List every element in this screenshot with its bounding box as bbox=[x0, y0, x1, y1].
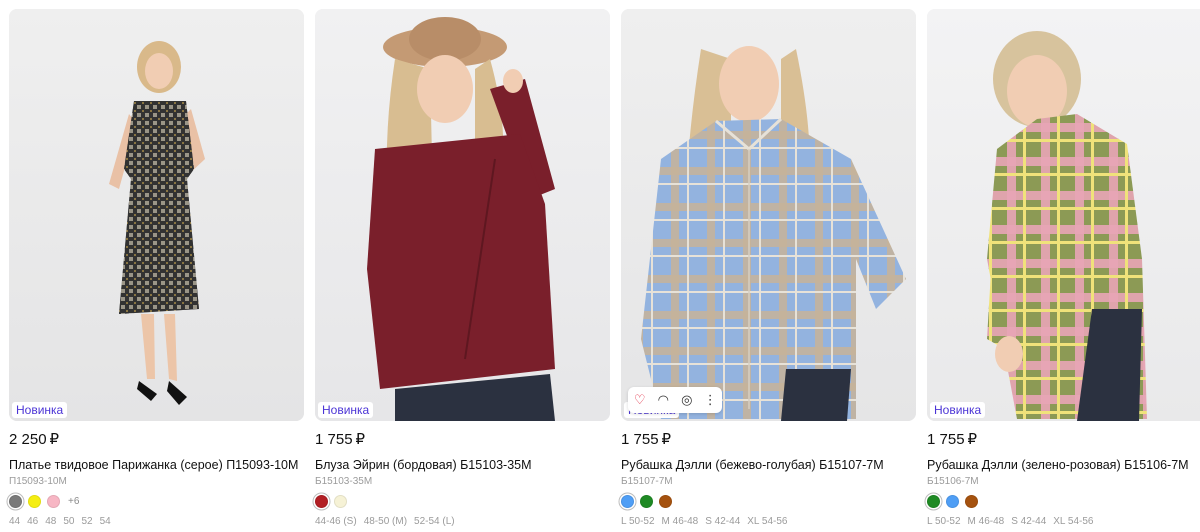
size-option[interactable]: 52-54 (L) bbox=[414, 516, 455, 528]
size-list: L 50-52 M 46-48 S 42-44 XL 54-56 bbox=[621, 516, 916, 528]
size-option[interactable]: 48-50 (M) bbox=[364, 516, 407, 528]
product-title[interactable]: Блуза Эйрин (бордовая) Б15103-35М bbox=[315, 457, 610, 473]
size-option[interactable]: 52 bbox=[82, 516, 93, 528]
product-title[interactable]: Рубашка Дэлли (бежево-голубая) Б15107-7М bbox=[621, 457, 916, 473]
color-swatch[interactable] bbox=[965, 494, 978, 508]
product-card[interactable]: Новинка 2 250 ₽ Платье твидовое Парижанка… bbox=[9, 9, 304, 528]
size-option[interactable]: XL 54-56 bbox=[1053, 516, 1093, 528]
new-badge: Новинка bbox=[930, 402, 986, 418]
color-swatch[interactable] bbox=[334, 494, 347, 508]
more-vertical-icon[interactable]: ⋮ bbox=[699, 392, 721, 408]
size-list: 44 46 48 50 52 54 bbox=[9, 516, 304, 528]
color-swatch[interactable] bbox=[946, 494, 959, 508]
product-card[interactable]: Новинка ♡ ◠ ◎ ⋮ 1 755₽ Рубашка Дэлли (бе… bbox=[621, 9, 916, 528]
more-colors-link[interactable]: +6 bbox=[68, 496, 79, 507]
product-photo[interactable]: Новинка bbox=[9, 9, 304, 421]
product-image bbox=[641, 46, 906, 421]
product-image bbox=[987, 31, 1147, 421]
eye-icon[interactable]: ◠ bbox=[652, 392, 674, 408]
color-swatch[interactable] bbox=[621, 494, 634, 508]
size-option[interactable]: S 42-44 bbox=[1011, 516, 1046, 528]
camera-icon[interactable]: ◎ bbox=[676, 392, 698, 408]
product-sku: Б15103-35М bbox=[315, 476, 373, 487]
new-badge: Новинка bbox=[12, 402, 68, 418]
color-swatch[interactable] bbox=[9, 494, 22, 508]
color-swatch[interactable] bbox=[47, 494, 60, 508]
size-option[interactable]: 48 bbox=[45, 516, 56, 528]
size-option[interactable]: L 50-52 bbox=[927, 516, 961, 528]
product-image bbox=[109, 41, 205, 405]
size-list: 44-46 (S) 48-50 (M) 52-54 (L) bbox=[315, 516, 610, 528]
quick-actions-bar: ♡ ◠ ◎ ⋮ bbox=[628, 387, 722, 413]
product-title[interactable]: Рубашка Дэлли (зелено-розовая) Б15106-7М bbox=[927, 457, 1200, 473]
size-option[interactable]: 44-46 (S) bbox=[315, 516, 357, 528]
heart-icon[interactable]: ♡ bbox=[629, 392, 651, 408]
size-option[interactable]: 50 bbox=[63, 516, 74, 528]
size-option[interactable]: S 42-44 bbox=[705, 516, 740, 528]
product-sku: Б15106-7М bbox=[927, 476, 979, 487]
product-photo[interactable]: Новинка bbox=[315, 9, 610, 421]
product-grid: Новинка 2 250 ₽ Платье твидовое Парижанка… bbox=[9, 9, 1200, 528]
product-price: 1 755 ₽ bbox=[927, 431, 978, 448]
color-swatches bbox=[927, 494, 1200, 508]
color-swatch[interactable] bbox=[28, 494, 41, 508]
size-option[interactable]: L 50-52 bbox=[621, 516, 655, 528]
size-option[interactable]: M 46-48 bbox=[662, 516, 699, 528]
color-swatch[interactable] bbox=[640, 494, 653, 508]
product-sku: П15093-10М bbox=[9, 476, 67, 487]
color-swatches bbox=[621, 494, 916, 508]
product-card[interactable]: Новинка 1 755 ₽ Рубашка Дэлли (зелено-роз… bbox=[927, 9, 1200, 528]
product-photo[interactable]: Новинка ♡ ◠ ◎ ⋮ bbox=[621, 9, 916, 421]
size-option[interactable]: XL 54-56 bbox=[747, 516, 787, 528]
product-price: 2 250 ₽ bbox=[9, 431, 60, 448]
size-list: L 50-52 M 46-48 S 42-44 XL 54-56 bbox=[927, 516, 1200, 528]
size-option[interactable]: 44 bbox=[9, 516, 20, 528]
product-price: 1 755 ₽ bbox=[315, 431, 366, 448]
product-price: 1 755 ₽ bbox=[621, 431, 672, 448]
new-badge: Новинка bbox=[318, 402, 374, 418]
color-swatch[interactable] bbox=[659, 494, 672, 508]
product-image bbox=[367, 17, 555, 421]
product-photo[interactable]: Новинка bbox=[927, 9, 1200, 421]
size-option[interactable]: M 46-48 bbox=[968, 516, 1005, 528]
color-swatch[interactable] bbox=[315, 494, 328, 508]
color-swatch[interactable] bbox=[927, 494, 940, 508]
color-swatches: +6 bbox=[9, 494, 304, 508]
product-title[interactable]: Платье твидовое Парижанка (серое) П15093… bbox=[9, 457, 304, 473]
color-swatches bbox=[315, 494, 610, 508]
product-card[interactable]: Новинка 1 755 ₽ Блуза Эйрин (бордовая) Б1… bbox=[315, 9, 610, 528]
size-option[interactable]: 46 bbox=[27, 516, 38, 528]
size-option[interactable]: 54 bbox=[100, 516, 111, 528]
product-sku: Б15107-7М bbox=[621, 476, 673, 487]
